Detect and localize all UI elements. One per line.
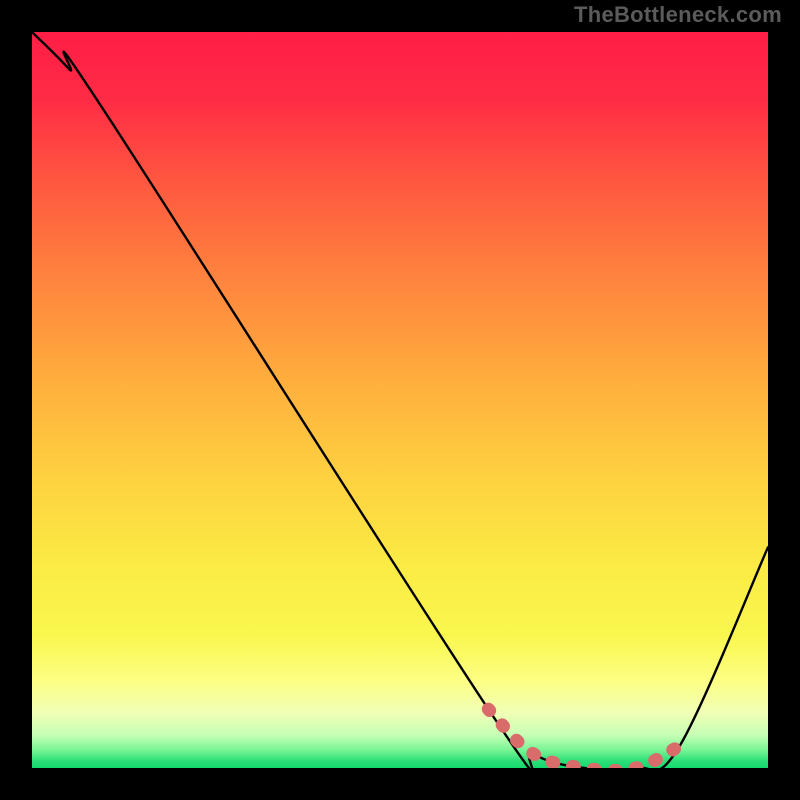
watermark-label: TheBottleneck.com <box>574 2 782 28</box>
chart-container: TheBottleneck.com <box>0 0 800 800</box>
gradient-background <box>32 32 768 768</box>
bottleneck-curve-chart <box>32 32 768 768</box>
